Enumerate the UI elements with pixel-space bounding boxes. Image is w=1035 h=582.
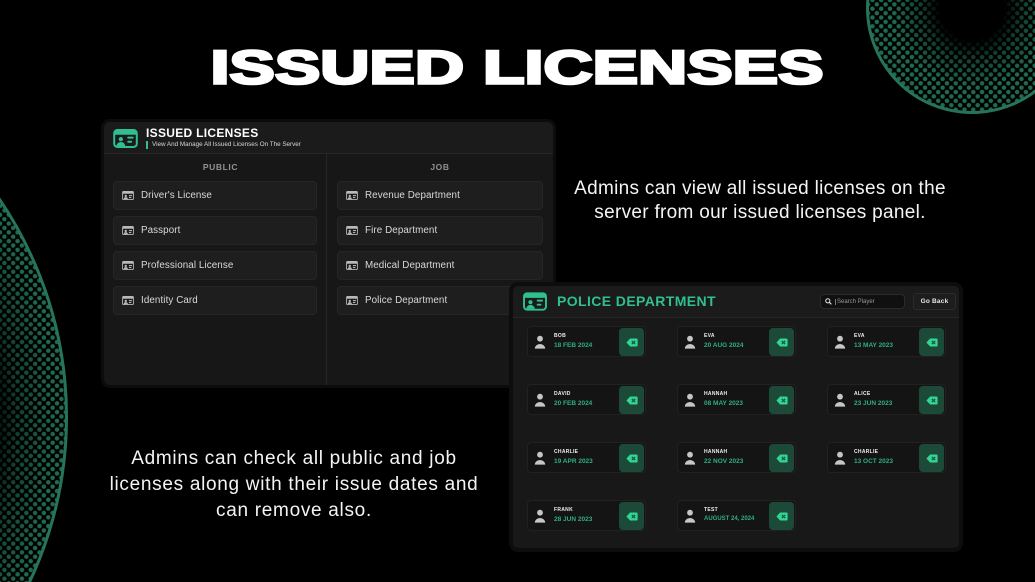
svg-text:ISSUED LICENSES: ISSUED LICENSES bbox=[211, 41, 824, 94]
